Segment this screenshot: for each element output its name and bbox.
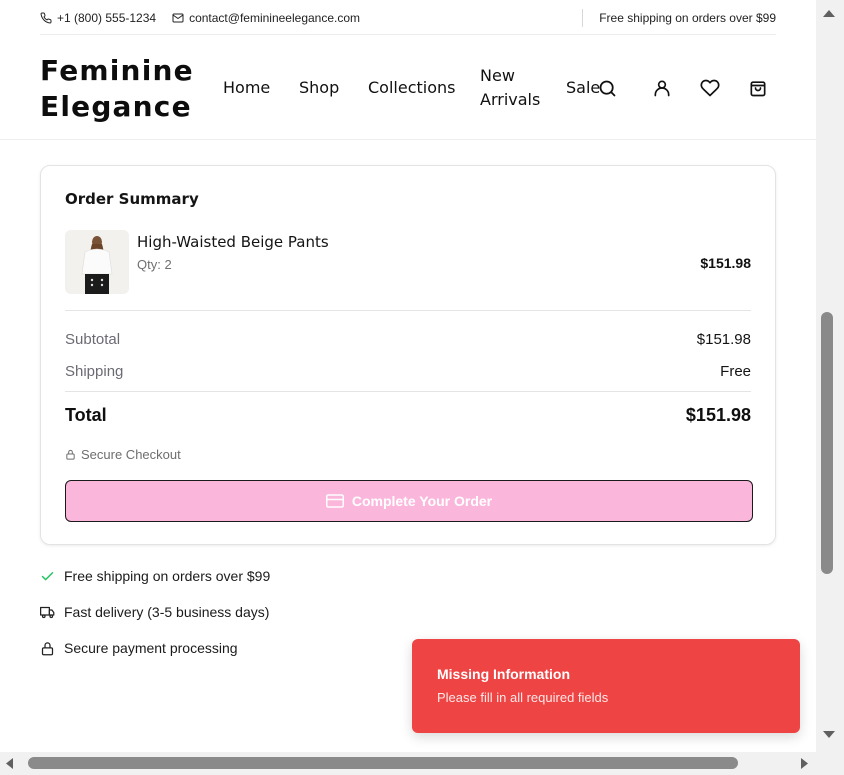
horizontal-scroll-thumb[interactable] [28, 757, 738, 769]
feature-text: Secure payment processing [64, 640, 238, 656]
feature-fast-delivery: Fast delivery (3-5 business days) [40, 604, 269, 620]
order-summary-card: Order Summary High-Waisted Beige Pants Q… [40, 165, 776, 545]
search-button[interactable] [595, 76, 619, 100]
total-value: $151.98 [685, 405, 751, 425]
logo-line-2: Elegance [40, 90, 192, 123]
account-button[interactable] [650, 76, 674, 100]
shipping-promo: Free shipping on orders over $99 [582, 9, 776, 27]
feature-free-shipping: Free shipping on orders over $99 [40, 568, 270, 584]
nav-new-arrivals-line-2: Arrivals [480, 90, 541, 109]
feature-text: Fast delivery (3-5 business days) [64, 604, 270, 620]
scroll-right-arrow-icon[interactable] [800, 757, 810, 770]
email-address: contact@feminineelegance.com [189, 11, 361, 25]
secure-checkout-note: Secure Checkout [65, 447, 181, 462]
vertical-scrollbar[interactable] [816, 0, 844, 752]
complete-order-button[interactable]: Complete Your Order [65, 480, 753, 522]
total-label: Total [65, 405, 107, 425]
contact-info: +1 (800) 555-1234 contact@feminineelegan… [40, 11, 376, 25]
site-logo[interactable]: Feminine Elegance [40, 53, 194, 125]
shopping-bag-icon [750, 81, 766, 97]
order-summary-title: Order Summary [65, 190, 199, 208]
scroll-down-arrow-icon[interactable] [822, 730, 836, 740]
lock-icon [66, 449, 75, 460]
scroll-left-arrow-icon[interactable] [4, 757, 14, 770]
toast-message: Please fill in all required fields [437, 690, 609, 705]
vertical-scroll-thumb[interactable] [821, 312, 833, 574]
email-contact[interactable]: contact@feminineelegance.com [172, 11, 360, 25]
user-icon [654, 80, 670, 97]
subtotal-value: $151.98 [696, 331, 751, 348]
top-bar: +1 (800) 555-1234 contact@feminineelegan… [40, 0, 776, 35]
divider [65, 310, 751, 311]
secure-checkout-label: Secure Checkout [81, 447, 181, 462]
product-quantity: Qty: 2 [137, 257, 172, 272]
feature-secure-payment: Secure payment processing [40, 640, 238, 656]
product-price: $151.98 [700, 255, 751, 271]
logo-line-1: Feminine [40, 54, 194, 87]
search-icon [599, 80, 615, 96]
credit-card-icon [325, 494, 344, 508]
product-thumbnail[interactable] [65, 230, 129, 294]
nav-new-arrivals-line-1: New [480, 66, 515, 85]
subtotal-label: Subtotal [65, 331, 121, 348]
truck-icon [40, 606, 55, 618]
scroll-up-arrow-icon[interactable] [822, 8, 836, 18]
check-icon [41, 571, 54, 580]
nav-home[interactable]: Home [223, 76, 270, 100]
nav-collections[interactable]: Collections [368, 76, 455, 100]
phone-number: +1 (800) 555-1234 [57, 11, 157, 25]
divider [65, 391, 751, 392]
error-toast[interactable]: Missing Information Please fill in all r… [412, 639, 800, 733]
toast-title: Missing Information [437, 666, 570, 682]
complete-order-label: Complete Your Order [351, 493, 493, 509]
product-name[interactable]: High-Waisted Beige Pants [137, 233, 329, 251]
mail-icon [172, 13, 184, 23]
horizontal-scrollbar[interactable] [0, 752, 844, 775]
heart-icon [700, 79, 720, 97]
phone-icon [40, 12, 52, 24]
product-image [65, 230, 129, 294]
wishlist-button[interactable] [698, 76, 722, 100]
lock-icon [41, 641, 54, 655]
feature-text: Free shipping on orders over $99 [64, 568, 271, 584]
nav-new-arrivals[interactable]: New Arrivals [480, 64, 540, 112]
shipping-value: Free [720, 363, 751, 380]
site-header: Feminine Elegance Home Shop Collections … [0, 36, 816, 140]
checkout-page: +1 (800) 555-1234 contact@feminineelegan… [0, 0, 816, 752]
phone-contact[interactable]: +1 (800) 555-1234 [40, 11, 156, 25]
shipping-label: Shipping [65, 363, 124, 380]
nav-shop[interactable]: Shop [299, 76, 339, 100]
cart-button[interactable] [746, 76, 770, 100]
